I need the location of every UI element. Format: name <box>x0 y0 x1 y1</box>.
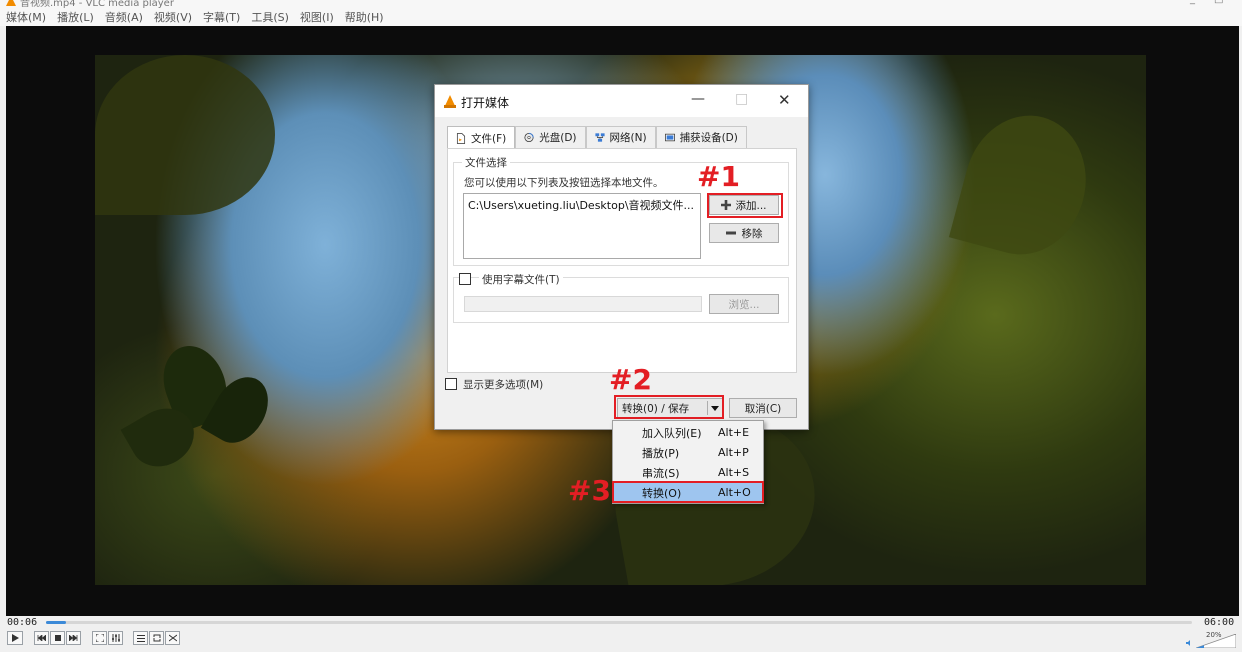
playlist-icon <box>136 634 145 642</box>
menu-bar: 媒体(M) 播放(L) 音频(A) 视频(V) 字幕(T) 工具(S) 视图(I… <box>0 8 1242 26</box>
file-list[interactable]: C:\Users\xueting.liu\Desktop\音视频文件... <box>463 193 701 259</box>
vlc-window: 音视频.mp4 - VLC media player _ □ 媒体(M) 播放(… <box>0 0 1242 652</box>
loop-icon <box>153 634 160 642</box>
skip-next-icon <box>69 635 78 641</box>
menu-item-shortcut: Alt+S <box>718 466 750 479</box>
menu-help[interactable]: 帮助(H) <box>345 9 384 25</box>
menu-item-shortcut: Alt+P <box>718 446 749 459</box>
fullscreen-icon <box>95 634 104 642</box>
network-icon <box>594 133 605 142</box>
menu-item-label: 串流(S) <box>642 466 680 480</box>
cancel-button[interactable]: 取消(C) <box>729 398 797 418</box>
subtitle-file-field <box>464 296 702 312</box>
skip-previous-icon <box>37 635 46 641</box>
fullscreen-button[interactable] <box>92 631 107 645</box>
disc-icon <box>524 132 534 143</box>
file-hint-text: 您可以使用以下列表及按钮选择本地文件。 <box>464 177 664 189</box>
shuffle-icon <box>168 634 177 642</box>
menu-item-enqueue[interactable]: 加入队列(E) Alt+E <box>614 423 762 442</box>
vlc-cone-icon <box>6 0 16 6</box>
file-selection-label: 文件选择 <box>462 155 510 170</box>
annotation-marker-1: #1 <box>697 160 740 193</box>
loop-button[interactable] <box>149 631 164 645</box>
play-button[interactable] <box>7 631 23 645</box>
tab-bar: 文件(F) 光盘(D) 网络(N) 捕获设备(D) <box>447 126 747 149</box>
play-icon <box>12 634 19 642</box>
more-options-checkbox[interactable] <box>445 378 457 390</box>
tab-capture-device[interactable]: 捕获设备(D) <box>655 126 747 148</box>
tab-disc[interactable]: 光盘(D) <box>515 126 586 148</box>
maximize-button[interactable]: □ <box>1214 0 1223 5</box>
playlist-button[interactable] <box>133 631 148 645</box>
shuffle-button[interactable] <box>165 631 180 645</box>
tab-file[interactable]: 文件(F) <box>447 126 516 149</box>
stop-icon <box>54 635 61 641</box>
file-icon <box>456 132 466 144</box>
annotation-marker-2: #2 <box>609 363 652 396</box>
tab-network[interactable]: 网络(N) <box>585 126 656 148</box>
vlc-cone-icon <box>444 95 456 108</box>
menu-view[interactable]: 视图(I) <box>300 9 334 25</box>
minus-icon <box>725 231 736 235</box>
file-list-item[interactable]: C:\Users\xueting.liu\Desktop\音视频文件... <box>468 197 696 213</box>
highlight-add-button <box>707 193 783 218</box>
highlight-convert-save <box>614 395 724 419</box>
browse-button: 浏览... <box>709 294 779 314</box>
minimize-button[interactable]: _ <box>1190 0 1195 5</box>
annotation-marker-3: #3 <box>568 474 611 507</box>
remove-file-button[interactable]: 移除 <box>709 223 779 243</box>
volume-percent: 20% <box>1206 631 1222 639</box>
seek-bar[interactable] <box>46 621 1192 624</box>
tab-network-label: 网络(N) <box>609 132 647 144</box>
dialog-maximize-button: □ <box>735 91 749 107</box>
tab-disc-label: 光盘(D) <box>539 132 577 144</box>
total-duration: 06:00 <box>1204 617 1235 628</box>
highlight-convert-menu-item <box>612 481 764 503</box>
extended-settings-button[interactable] <box>108 631 123 645</box>
subtitle-checkbox[interactable] <box>459 273 471 285</box>
stop-button[interactable] <box>50 631 65 645</box>
tab-capture-device-label: 捕获设备(D) <box>679 132 738 144</box>
menu-playback[interactable]: 播放(L) <box>57 9 94 25</box>
remove-file-label: 移除 <box>741 227 763 240</box>
menu-video[interactable]: 视频(V) <box>154 9 192 25</box>
tree-canopy <box>948 101 1102 269</box>
menu-item-stream[interactable]: 串流(S) Alt+S <box>614 463 762 482</box>
menu-item-label: 加入队列(E) <box>642 426 702 440</box>
menu-item-label: 播放(P) <box>642 446 680 460</box>
dialog-close-button[interactable]: ✕ <box>778 91 791 109</box>
menu-tools[interactable]: 工具(S) <box>251 9 289 25</box>
menu-subtitle[interactable]: 字幕(T) <box>203 9 240 25</box>
previous-button[interactable] <box>34 631 49 645</box>
seek-progress <box>46 621 66 624</box>
dialog-minimize-button[interactable]: — <box>691 91 705 107</box>
tree-canopy <box>95 55 275 215</box>
dialog-title-bar: 打开媒体 — □ ✕ <box>435 85 808 117</box>
menu-audio[interactable]: 音频(A) <box>105 9 143 25</box>
title-bar: 音视频.mp4 - VLC media player _ □ <box>0 0 1242 9</box>
elapsed-time: 00:06 <box>7 617 38 628</box>
menu-media[interactable]: 媒体(M) <box>6 9 46 25</box>
dialog-title: 打开媒体 <box>461 96 510 110</box>
tab-file-label: 文件(F) <box>471 132 507 145</box>
player-controls: 00:06 06:00 20% <box>0 616 1242 652</box>
subtitle-checkbox-label: 使用字幕文件(T) <box>479 272 563 287</box>
next-button[interactable] <box>66 631 81 645</box>
menu-item-shortcut: Alt+E <box>718 426 750 439</box>
equalizer-icon <box>111 634 120 642</box>
menu-item-play[interactable]: 播放(P) Alt+P <box>614 443 762 462</box>
more-options-label: 显示更多选项(M) <box>463 379 544 391</box>
capture-device-icon <box>664 133 675 142</box>
speaker-icon[interactable] <box>1186 640 1192 646</box>
